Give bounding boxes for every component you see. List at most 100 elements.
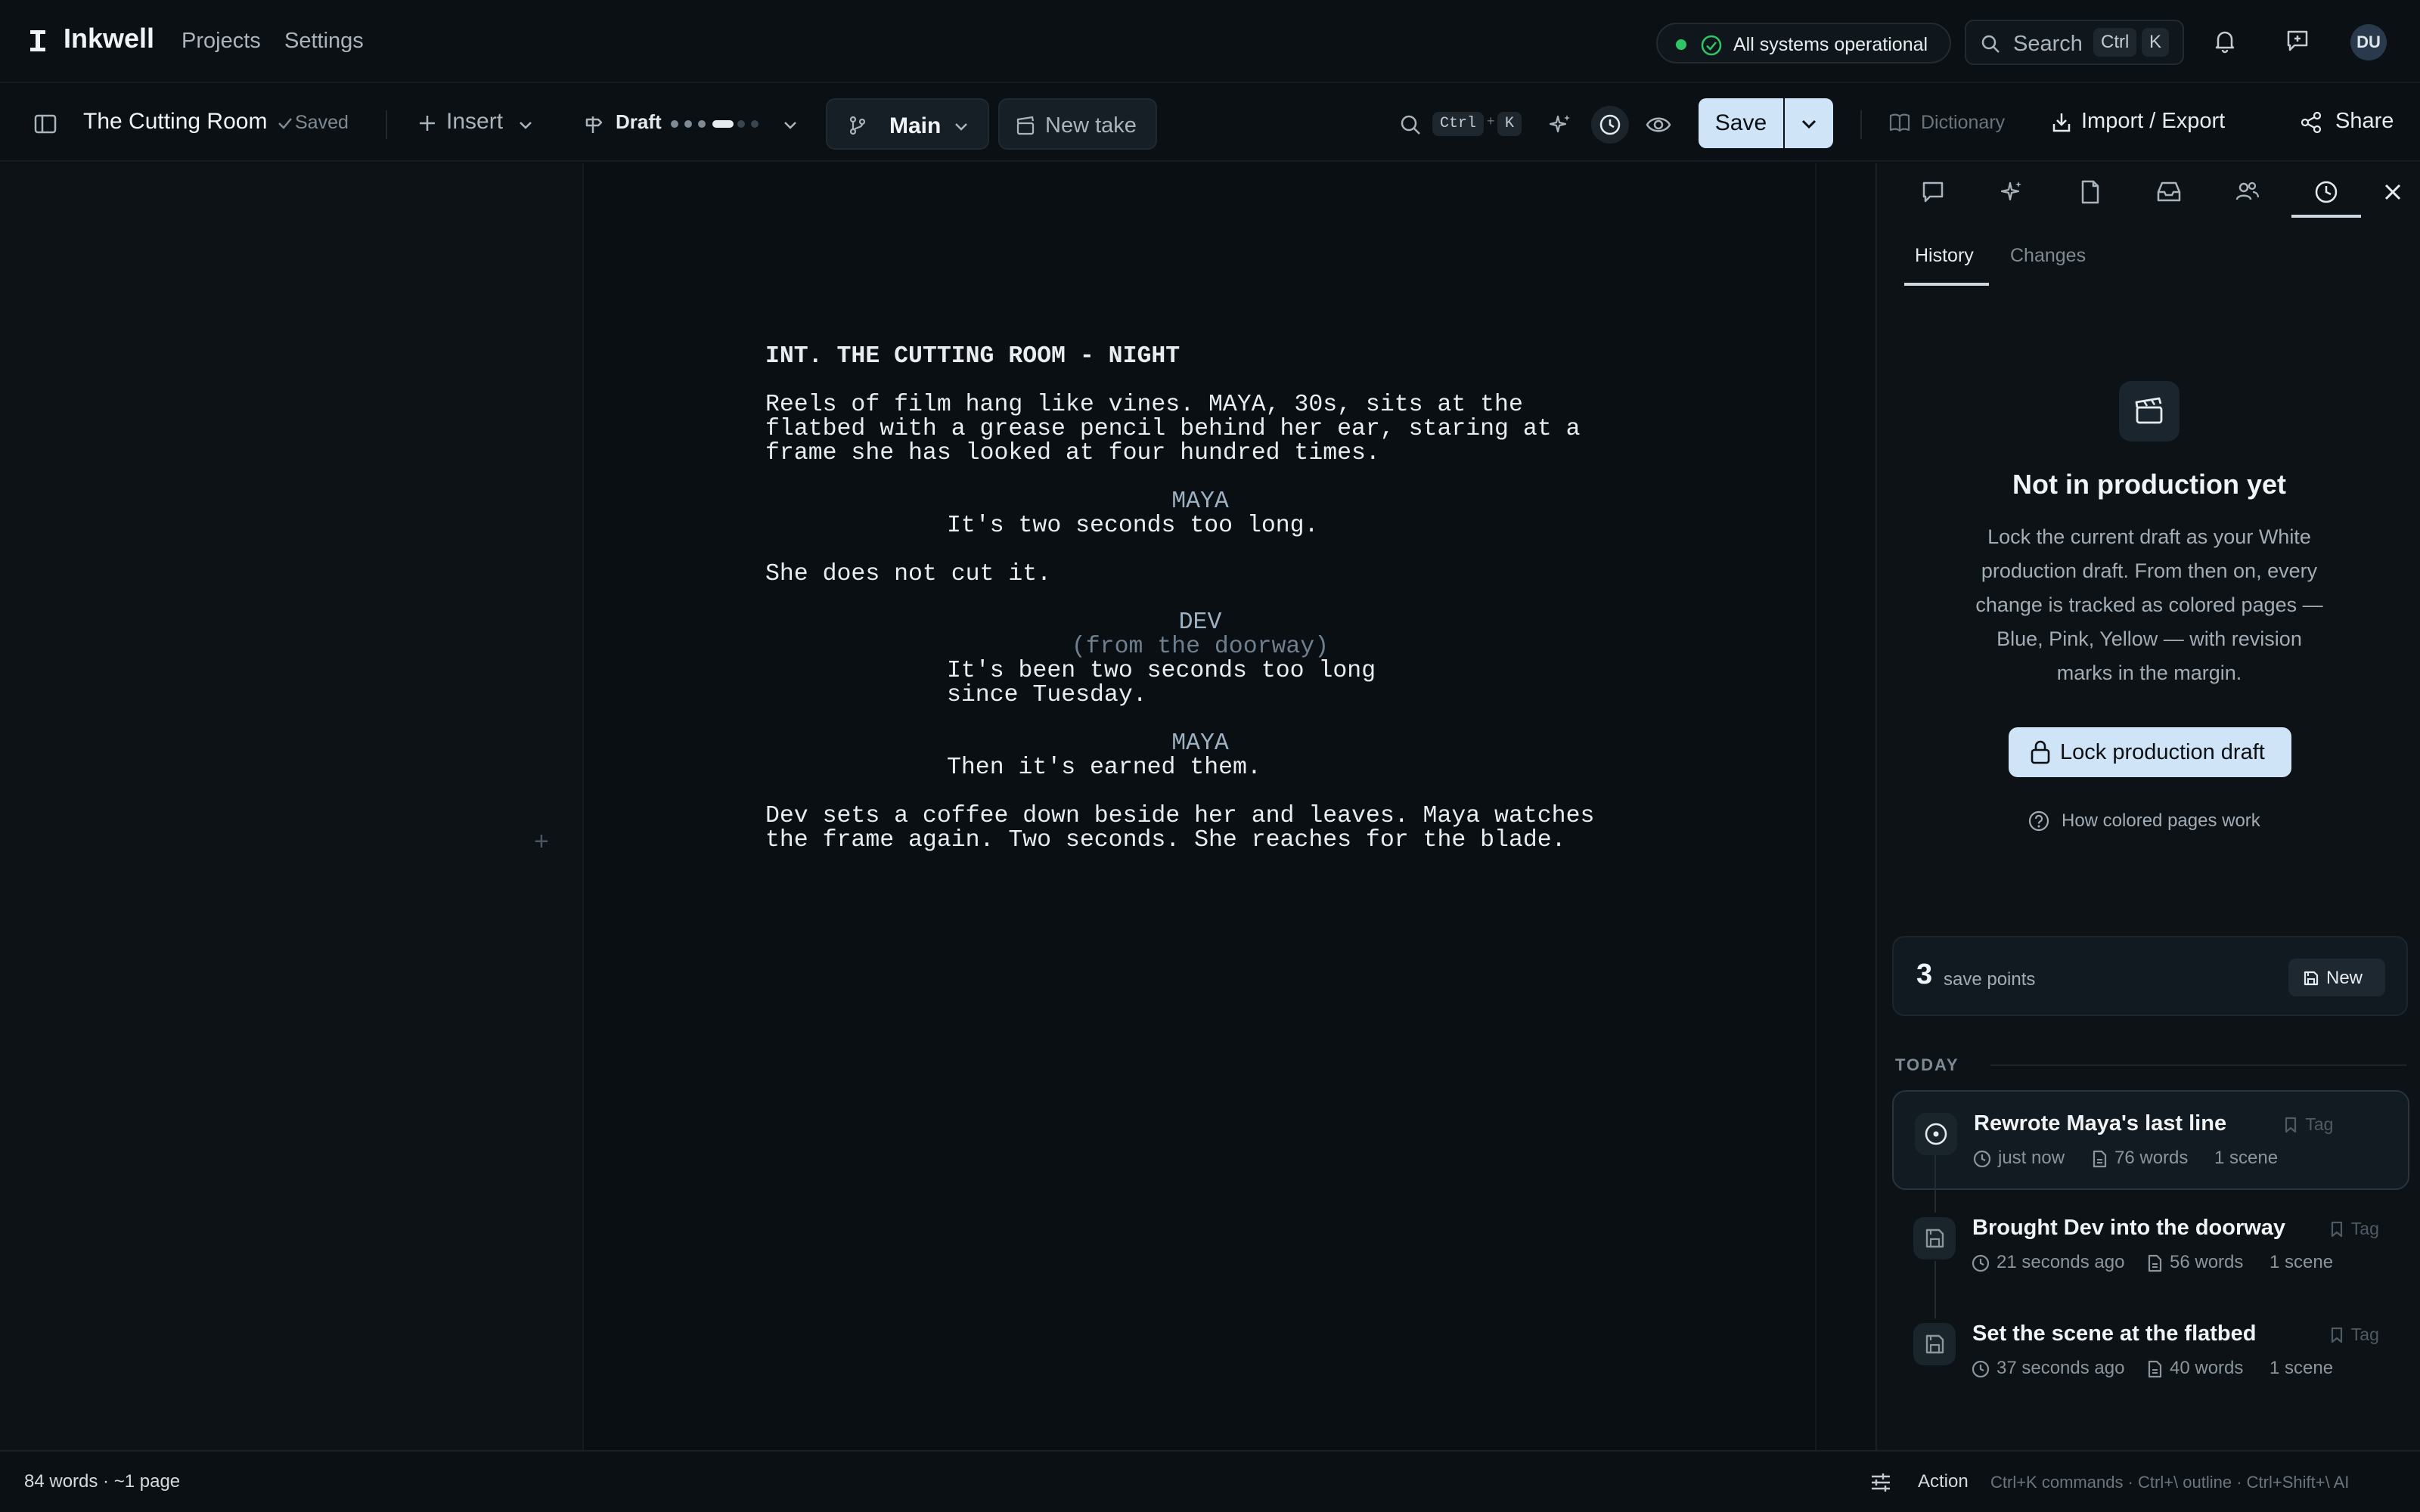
top-bar: Inkwell Projects Settings All systems op…: [0, 0, 2420, 83]
document-title[interactable]: The Cutting Room: [83, 109, 267, 135]
current-version-icon: [1915, 1113, 1957, 1155]
history-item-words: 56 words: [2170, 1252, 2244, 1272]
tab-changes[interactable]: Changes: [2010, 245, 2086, 267]
check-circle-icon: [1701, 35, 1722, 56]
sliders-icon[interactable]: [1868, 1470, 1894, 1495]
book-icon[interactable]: [1888, 110, 1912, 135]
save-points-card: 3 save points New: [1892, 936, 2408, 1016]
script-dialogue[interactable]: It's two seconds too long.: [947, 514, 1318, 538]
new-take-button[interactable]: New take: [998, 98, 1157, 150]
help-circle-icon: [2028, 810, 2049, 832]
script-parenthetical[interactable]: (from the doorway): [765, 635, 1635, 659]
history-toggle-button[interactable]: [1591, 106, 1629, 144]
save-icon: [1913, 1217, 1956, 1259]
script-action[interactable]: frame she has looked at four hundred tim…: [765, 442, 1380, 466]
eye-icon[interactable]: [1646, 113, 1671, 136]
history-item-title: Rewrote Maya's last line: [1974, 1111, 2227, 1136]
script-character[interactable]: MAYA: [765, 732, 1635, 756]
draft-status[interactable]: Draft: [579, 104, 806, 144]
sidebar-toggle-icon[interactable]: [33, 112, 57, 136]
nav-projects[interactable]: Projects: [182, 29, 261, 54]
close-icon[interactable]: [2376, 175, 2409, 209]
right-panel: History Changes Not in production yet Lo…: [1876, 163, 2420, 1450]
script-action[interactable]: the frame again. Two seconds. She reache…: [765, 829, 1566, 853]
inbox-tab-icon[interactable]: [2152, 175, 2186, 209]
draft-label: Draft: [616, 110, 662, 133]
production-empty-icon: [2119, 381, 2180, 442]
share-button[interactable]: Share: [2335, 109, 2394, 134]
clock-icon: [1972, 1254, 1990, 1272]
find-in-document[interactable]: Ctrl + K: [1398, 106, 1522, 142]
share-icon: [2301, 111, 2322, 134]
history-item[interactable]: Set the scene at the flatbed Tag 37 second…: [1892, 1302, 2409, 1402]
add-block-button[interactable]: +: [534, 827, 549, 857]
new-save-point-button[interactable]: New: [2288, 959, 2385, 996]
save-button[interactable]: Save: [1699, 98, 1783, 148]
draft-dot: [698, 120, 706, 128]
editor-area: + INT. THE CUTTING ROOM - NIGHT Reels of …: [0, 163, 1876, 1450]
branch-selector[interactable]: Main: [826, 98, 989, 150]
save-points-count: 3: [1916, 959, 1933, 990]
bookmark-icon: [2331, 1221, 2342, 1238]
script-character[interactable]: MAYA: [765, 490, 1635, 514]
save-points-label: save points: [1944, 969, 2036, 990]
script-action[interactable]: She does not cut it.: [765, 562, 1051, 587]
subtab-indicator: [1904, 283, 1989, 286]
app-name[interactable]: Inkwell: [64, 23, 154, 54]
dictionary-button[interactable]: Dictionary: [1921, 112, 2005, 134]
collaborators-tab-icon[interactable]: [2231, 175, 2264, 209]
feedback-icon[interactable]: [2284, 27, 2311, 54]
script-character[interactable]: DEV: [765, 611, 1635, 635]
tag-label: Tag: [2350, 1219, 2379, 1238]
history-item[interactable]: Brought Dev into the doorway Tag 21 second…: [1892, 1196, 2409, 1296]
element-type-selector[interactable]: Action: [1918, 1471, 1969, 1492]
nav-settings[interactable]: Settings: [284, 29, 364, 54]
user-avatar[interactable]: DU: [2350, 24, 2387, 60]
kbd-k: K: [1497, 112, 1522, 136]
tag-label: Tag: [2305, 1114, 2334, 1134]
draft-dot: [751, 120, 759, 128]
lock-label: Lock production draft: [2060, 740, 2265, 764]
lock-production-draft-button[interactable]: Lock production draft: [2009, 727, 2291, 777]
word-count: 84 words · ~1 page: [24, 1471, 181, 1492]
document-icon: [2148, 1254, 2162, 1272]
new-label: New: [2326, 968, 2363, 988]
how-label: How colored pages work: [2062, 810, 2260, 831]
ai-tab-icon[interactable]: [1995, 175, 2028, 209]
global-search[interactable]: Search Ctrl K: [1965, 20, 2184, 65]
history-tab-icon[interactable]: [2310, 175, 2343, 209]
script-action[interactable]: Reels of film hang like vines. MAYA, 30s…: [765, 393, 1523, 417]
script-heading[interactable]: INT. THE CUTTING ROOM - NIGHT: [765, 345, 1180, 369]
insert-menu[interactable]: Insert: [414, 107, 551, 141]
keyboard-hints: Ctrl+K commands · Ctrl+\ outline · Ctrl+…: [1990, 1473, 2350, 1492]
script-dialogue[interactable]: It's been two seconds too long: [947, 659, 1376, 683]
save-options-button[interactable]: [1785, 98, 1833, 148]
plus-icon: [420, 116, 435, 131]
script-action[interactable]: flatbed with a grease pencil behind her …: [765, 417, 1580, 442]
script-action[interactable]: Dev sets a coffee down beside her and le…: [765, 804, 1594, 829]
tab-history[interactable]: History: [1915, 245, 1974, 267]
document-icon: [2093, 1150, 2107, 1168]
bell-icon[interactable]: [2211, 27, 2238, 54]
status-bar: 84 words · ~1 page Action Ctrl+K command…: [0, 1450, 2420, 1512]
script-dialogue[interactable]: Then it's earned them.: [947, 756, 1261, 780]
history-item-scenes: 1 scene: [2214, 1148, 2279, 1168]
chevron-down-icon: [955, 123, 967, 131]
draft-dot-current: [712, 120, 734, 128]
comments-tab-icon[interactable]: [1916, 175, 1950, 209]
history-item[interactable]: Rewrote Maya's last line Tag just now 76 wo…: [1892, 1090, 2409, 1190]
system-status[interactable]: All systems operational: [1656, 23, 1951, 64]
notes-tab-icon[interactable]: [2074, 175, 2107, 209]
git-branch-icon: [849, 116, 866, 135]
script-dialogue[interactable]: since Tuesday.: [947, 683, 1147, 708]
history-item-words: 40 words: [2170, 1358, 2244, 1378]
bookmark-icon: [2285, 1117, 2297, 1133]
sparkles-icon[interactable]: [1547, 112, 1573, 138]
clock-icon: [1599, 114, 1621, 135]
history-item-scenes: 1 scene: [2270, 1252, 2334, 1272]
chevron-down-icon: [784, 122, 796, 129]
import-export-button[interactable]: Import / Export: [2081, 109, 2225, 134]
clock-icon: [1973, 1150, 1991, 1168]
signpost-icon: [585, 116, 603, 133]
search-label: Search: [2013, 32, 2083, 56]
